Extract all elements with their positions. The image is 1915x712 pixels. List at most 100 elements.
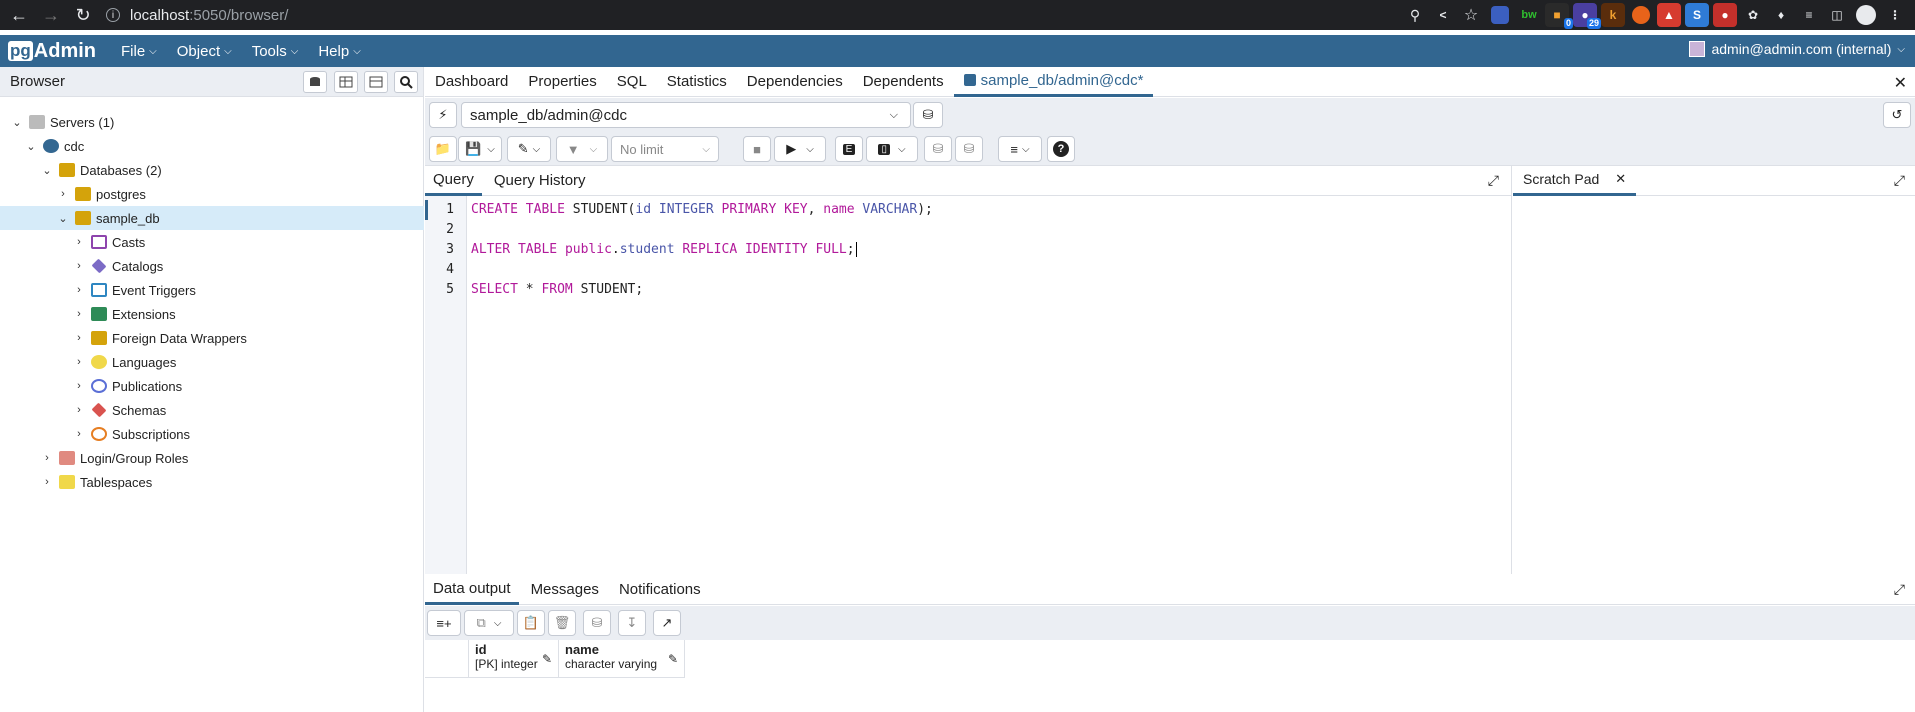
- explain-icon[interactable]: E: [835, 136, 863, 162]
- extension-2-icon[interactable]: bw: [1517, 3, 1541, 27]
- extension-3-icon[interactable]: ■ 0: [1545, 3, 1573, 29]
- save-data-icon[interactable]: ⛁: [583, 610, 611, 636]
- chevron-right-icon[interactable]: ›: [72, 332, 86, 344]
- extension-7-icon[interactable]: ▲: [1657, 3, 1681, 27]
- expand-icon[interactable]: ⤢: [1894, 581, 1905, 598]
- commit-icon[interactable]: ⛁: [924, 136, 952, 162]
- copy-button[interactable]: ⧉ ⌵: [464, 610, 514, 636]
- info-icon[interactable]: i: [106, 8, 120, 22]
- tree-item-schemas[interactable]: › Schemas: [0, 398, 424, 422]
- execute-button[interactable]: ▶ ⌵: [774, 136, 826, 162]
- reload-icon[interactable]: ↻: [70, 2, 96, 28]
- extension-9-icon[interactable]: ●: [1713, 3, 1737, 27]
- add-row-icon[interactable]: ≡+: [427, 610, 461, 636]
- chevron-right-icon[interactable]: ›: [56, 188, 70, 200]
- reading-list-icon[interactable]: ≡: [1797, 3, 1821, 27]
- close-icon[interactable]: ✕: [1615, 171, 1626, 187]
- menu-file[interactable]: File ⌵: [121, 43, 157, 60]
- tab-dependencies[interactable]: Dependencies: [737, 67, 853, 97]
- tab-sql[interactable]: SQL: [607, 67, 657, 97]
- tab-dependents[interactable]: Dependents: [853, 67, 954, 97]
- browser-menu-icon[interactable]: ⋮: [1883, 3, 1907, 27]
- save-file-button[interactable]: 💾 ⌵: [458, 136, 502, 162]
- puzzle-icon[interactable]: ♦: [1769, 3, 1793, 27]
- chevron-right-icon[interactable]: ›: [72, 260, 86, 272]
- limit-select[interactable]: No limit ⌵: [611, 136, 719, 162]
- code-editor[interactable]: CREATE TABLE STUDENT(id INTEGER PRIMARY …: [471, 200, 933, 300]
- graph-icon[interactable]: ↗: [653, 610, 681, 636]
- extension-8-icon[interactable]: S: [1685, 3, 1709, 27]
- extension-10-icon[interactable]: ✿: [1741, 3, 1765, 27]
- pencil-icon[interactable]: ✎: [542, 652, 552, 666]
- tab-properties[interactable]: Properties: [518, 67, 606, 97]
- connection-status-icon[interactable]: ⚡: [429, 102, 457, 128]
- star-icon[interactable]: ☆: [1459, 3, 1483, 27]
- refresh-icon[interactable]: ↺: [1883, 102, 1911, 128]
- tree-item-subscriptions[interactable]: › Subscriptions: [0, 422, 424, 446]
- tab-query[interactable]: Query: [425, 166, 482, 196]
- explain-analyze-button[interactable]: ▯ ⌵: [866, 136, 918, 162]
- help-icon[interactable]: ?: [1047, 136, 1075, 162]
- tree-item-fdw[interactable]: › Foreign Data Wrappers: [0, 326, 424, 350]
- share-icon[interactable]: <: [1431, 3, 1455, 27]
- tab-statistics[interactable]: Statistics: [657, 67, 737, 97]
- connection-select[interactable]: sample_db/admin@cdc ⌵: [461, 102, 911, 128]
- stop-icon[interactable]: ■: [743, 136, 771, 162]
- search-icon[interactable]: [394, 71, 418, 93]
- delete-icon[interactable]: 🗑: [548, 610, 576, 636]
- chevron-down-icon[interactable]: ⌄: [56, 212, 70, 225]
- tree-item-catalogs[interactable]: › Catalogs: [0, 254, 424, 278]
- chevron-right-icon[interactable]: ›: [72, 428, 86, 440]
- rollback-icon[interactable]: ⛁: [955, 136, 983, 162]
- extension-6-icon[interactable]: [1632, 6, 1650, 24]
- open-file-icon[interactable]: 📁: [429, 136, 457, 162]
- chevron-right-icon[interactable]: ›: [72, 356, 86, 368]
- tree-item-casts[interactable]: › Casts: [0, 230, 424, 254]
- user-menu[interactable]: admin@admin.com (internal) ⌵: [1689, 41, 1905, 57]
- chevron-right-icon[interactable]: ›: [40, 452, 54, 464]
- tree-item-extensions[interactable]: › Extensions: [0, 302, 424, 326]
- tree-item-cdc[interactable]: ⌄ cdc: [0, 134, 424, 158]
- tab-query-tool[interactable]: sample_db/admin@cdc*: [953, 67, 1154, 97]
- tab-dashboard[interactable]: Dashboard: [425, 67, 518, 97]
- profile-icon[interactable]: [1856, 5, 1876, 25]
- edit-button[interactable]: ✎ ⌵: [507, 136, 551, 162]
- tree-item-event-triggers[interactable]: › Event Triggers: [0, 278, 424, 302]
- tab-data-output[interactable]: Data output: [425, 575, 519, 605]
- tree-item-languages[interactable]: › Languages: [0, 350, 424, 374]
- filter-rows-icon[interactable]: [364, 71, 388, 93]
- macros-button[interactable]: ≡ ⌵: [998, 136, 1042, 162]
- tree-item-databases[interactable]: ⌄ Databases (2): [0, 158, 424, 182]
- tree-item-servers[interactable]: ⌄ Servers (1): [0, 110, 424, 134]
- chevron-right-icon[interactable]: ›: [72, 308, 86, 320]
- pencil-icon[interactable]: ✎: [668, 652, 678, 666]
- filter-button[interactable]: ▼ ⌵: [556, 136, 608, 162]
- chevron-right-icon[interactable]: ›: [72, 380, 86, 392]
- column-header-name[interactable]: name character varying ✎: [559, 640, 685, 678]
- tab-query-history[interactable]: Query History: [486, 166, 594, 196]
- key-icon[interactable]: ⚲: [1403, 3, 1427, 27]
- back-icon[interactable]: ←: [6, 2, 32, 28]
- extension-1-icon[interactable]: [1491, 6, 1509, 24]
- new-connection-icon[interactable]: ⛁: [913, 102, 943, 128]
- tree-item-tablespaces[interactable]: › Tablespaces: [0, 470, 424, 494]
- chevron-down-icon[interactable]: ⌄: [10, 116, 24, 129]
- expand-icon[interactable]: ⤢: [1488, 172, 1499, 189]
- extension-5-icon[interactable]: k: [1601, 3, 1625, 27]
- tree-item-login-roles[interactable]: › Login/Group Roles: [0, 446, 424, 470]
- paste-icon[interactable]: 📋: [517, 610, 545, 636]
- object-explorer-icon[interactable]: [303, 71, 327, 93]
- close-icon[interactable]: ✕: [1894, 73, 1907, 93]
- extension-4-icon[interactable]: ● 29: [1573, 3, 1601, 29]
- chevron-right-icon[interactable]: ›: [40, 476, 54, 488]
- chevron-right-icon[interactable]: ›: [72, 284, 86, 296]
- forward-icon[interactable]: →: [38, 2, 64, 28]
- menu-object[interactable]: Object ⌵: [177, 43, 232, 60]
- column-header-id[interactable]: id [PK] integer ✎: [469, 640, 559, 678]
- chevron-right-icon[interactable]: ›: [72, 236, 86, 248]
- side-panel-icon[interactable]: ◫: [1825, 3, 1849, 27]
- tab-messages[interactable]: Messages: [523, 575, 607, 605]
- tree-item-sample-db[interactable]: ⌄ sample_db: [0, 206, 424, 230]
- chevron-right-icon[interactable]: ›: [72, 404, 86, 416]
- tree-item-publications[interactable]: › Publications: [0, 374, 424, 398]
